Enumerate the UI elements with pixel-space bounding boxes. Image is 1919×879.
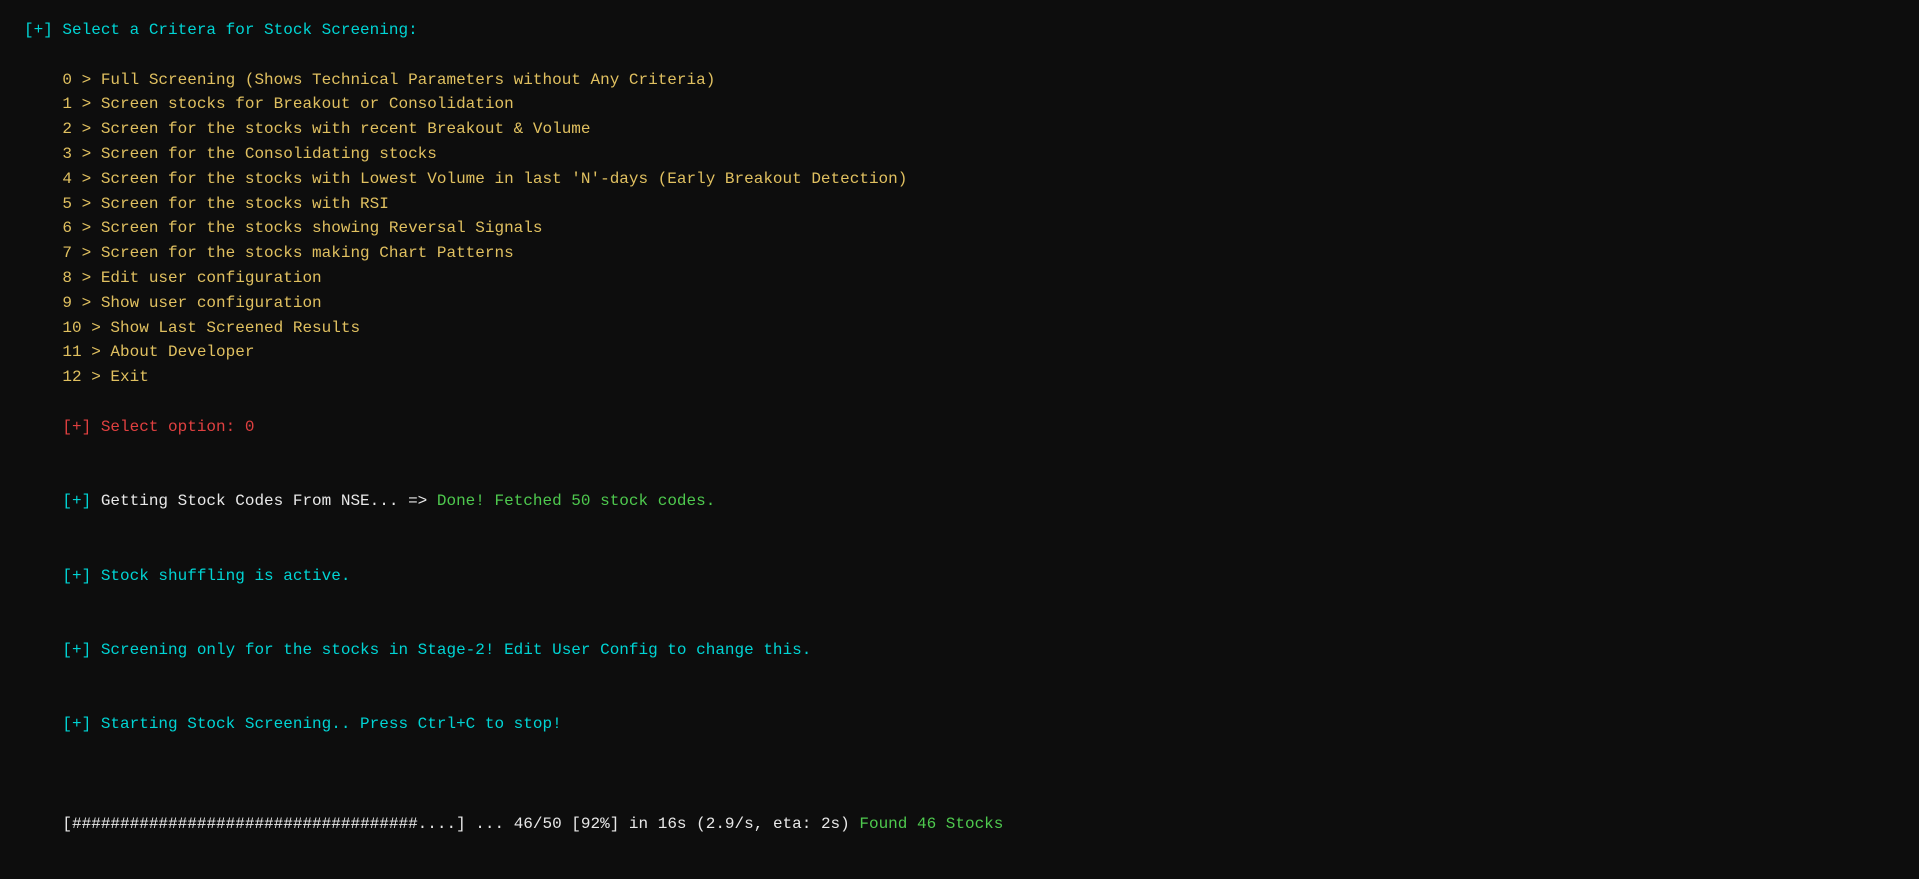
start-line: [+] Starting Stock Screening.. Press Ctr…	[24, 688, 1895, 762]
menu-item-3: 3 > Screen for the Consolidating stocks	[24, 142, 1895, 167]
progress-line: [####################################...…	[24, 787, 1895, 861]
stage-line: [+] Screening only for the stocks in Sta…	[24, 613, 1895, 687]
menu-spacer	[24, 43, 1895, 68]
progress-close-bracket: ]	[456, 815, 466, 833]
stage-bracket: [+]	[62, 641, 100, 659]
fetch-codes-line: [+] Getting Stock Codes From NSE... => D…	[24, 464, 1895, 538]
shuffle-bracket: [+]	[62, 567, 100, 585]
menu-item-8: 8 > Edit user configuration	[24, 266, 1895, 291]
progress-spacer	[24, 762, 1895, 787]
start-bracket: [+]	[62, 715, 100, 733]
fetch-done: Done! Fetched 50 stock codes.	[437, 492, 715, 510]
terminal-window: [+] Select a Critera for Stock Screening…	[24, 18, 1895, 861]
shuffle-text: Stock shuffling is active.	[101, 567, 351, 585]
menu-header: [+] Select a Critera for Stock Screening…	[24, 18, 1895, 43]
menu-item-7: 7 > Screen for the stocks making Chart P…	[24, 241, 1895, 266]
select-prefix: [+] Select option:	[62, 418, 244, 436]
menu-item-0: 0 > Full Screening (Shows Technical Para…	[24, 68, 1895, 93]
fetch-text: Getting Stock Codes From NSE...	[101, 492, 408, 510]
start-text: Starting Stock Screening.. Press Ctrl+C …	[101, 715, 562, 733]
select-option-line: [+] Select option: 0	[24, 390, 1895, 464]
progress-empty: ....	[418, 815, 456, 833]
menu-item-1: 1 > Screen stocks for Breakout or Consol…	[24, 92, 1895, 117]
select-value: 0	[245, 418, 255, 436]
stage-text: Screening only for the stocks in Stage-2…	[101, 641, 812, 659]
menu-item-5: 5 > Screen for the stocks with RSI	[24, 192, 1895, 217]
progress-found: Found 46 Stocks	[859, 815, 1003, 833]
menu-item-6: 6 > Screen for the stocks showing Revers…	[24, 216, 1895, 241]
menu-item-12: 12 > Exit	[24, 365, 1895, 390]
fetch-arrow: =>	[408, 492, 437, 510]
menu-item-2: 2 > Screen for the stocks with recent Br…	[24, 117, 1895, 142]
menu-item-4: 4 > Screen for the stocks with Lowest Vo…	[24, 167, 1895, 192]
progress-open-bracket: [	[62, 815, 72, 833]
progress-stats: ... 46/50 [92%] in 16s (2.9/s, eta: 2s)	[466, 815, 860, 833]
menu-item-9: 9 > Show user configuration	[24, 291, 1895, 316]
shuffle-line: [+] Stock shuffling is active.	[24, 539, 1895, 613]
menu-item-11: 11 > About Developer	[24, 340, 1895, 365]
fetch-prefix: [+]	[62, 492, 100, 510]
menu-item-10: 10 > Show Last Screened Results	[24, 316, 1895, 341]
progress-filled: ####################################	[72, 815, 418, 833]
